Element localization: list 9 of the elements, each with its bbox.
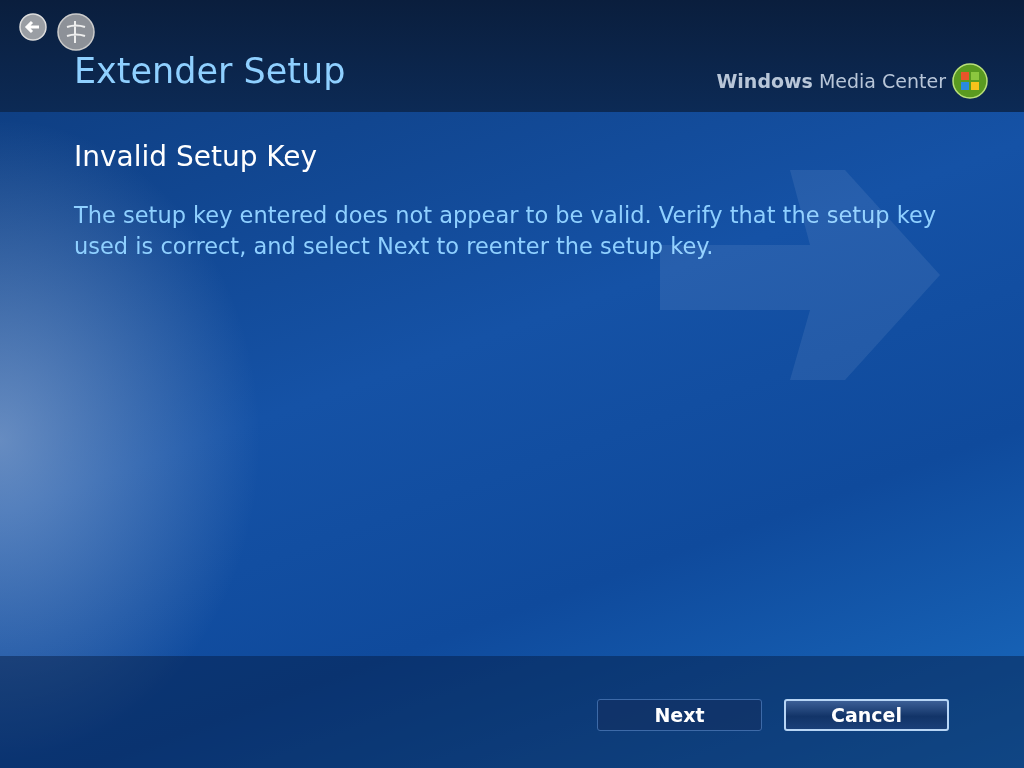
window-title: Extender Setup: [74, 52, 346, 91]
start-button[interactable]: [56, 12, 96, 52]
error-message: The setup key entered does not appear to be valid. Verify that the setup key used is correct, and select Next to reenter the setup key.: [74, 200, 938, 261]
cancel-button[interactable]: Cancel: [784, 699, 949, 731]
brand-logo-text: Windows Media Center: [716, 68, 946, 94]
logo-icon: [952, 63, 988, 99]
back-button[interactable]: [18, 12, 48, 42]
page-heading: Invalid Setup Key: [74, 140, 319, 174]
next-button[interactable]: Next: [597, 699, 762, 731]
